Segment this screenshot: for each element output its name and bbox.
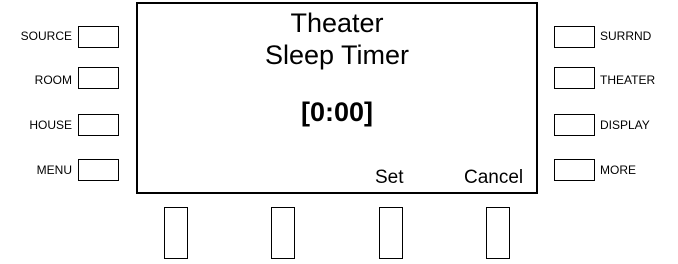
display-button[interactable] — [554, 114, 595, 136]
display-screen: Theater Sleep Timer [0:00] Set Cancel — [136, 2, 538, 194]
house-label: HOUSE — [29, 118, 72, 132]
bottom-softkey-3[interactable] — [379, 207, 403, 259]
bottom-softkey-2[interactable] — [271, 207, 295, 259]
timer-value: [0:00] — [300, 97, 374, 127]
more-button[interactable] — [554, 159, 595, 181]
bottom-softkey-1[interactable] — [164, 207, 188, 259]
theater-label: THEATER — [600, 73, 656, 87]
room-button[interactable] — [78, 67, 119, 89]
house-button[interactable] — [78, 114, 119, 136]
room-label: ROOM — [34, 73, 72, 87]
surrnd-label: SURRND — [600, 29, 652, 43]
more-label: MORE — [600, 163, 636, 177]
theater-button[interactable] — [554, 67, 595, 89]
screen-title-line1: Theater — [290, 8, 384, 38]
menu-label: MENU — [36, 163, 72, 177]
surrnd-button[interactable] — [554, 26, 595, 48]
set-action-label: Set — [375, 167, 404, 188]
bottom-softkey-4[interactable] — [486, 207, 510, 259]
menu-button[interactable] — [78, 159, 119, 181]
display-label: DISPLAY — [600, 118, 650, 132]
source-button[interactable] — [78, 26, 119, 48]
screen-title-line2: Sleep Timer — [264, 40, 410, 70]
cancel-action-label: Cancel — [464, 167, 524, 188]
source-label: SOURCE — [20, 29, 72, 43]
